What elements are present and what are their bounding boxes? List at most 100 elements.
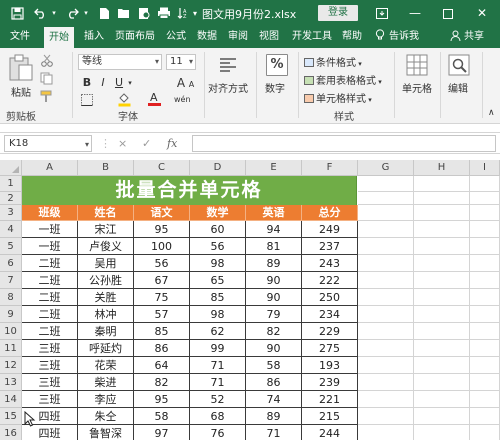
menu-home[interactable]: 开始 xyxy=(44,27,74,48)
table-cell[interactable]: 71 xyxy=(246,425,302,440)
menu-view[interactable]: 视图 xyxy=(259,26,279,48)
close-icon[interactable]: ✕ xyxy=(472,3,492,23)
table-cell[interactable]: 二班 xyxy=(22,255,78,272)
row-header-3[interactable]: 3 xyxy=(0,205,22,221)
phonetic-button[interactable]: wén xyxy=(174,95,191,104)
undo-dropdown-icon[interactable]: ▾ xyxy=(50,4,58,22)
undo-icon[interactable] xyxy=(32,4,48,22)
format-painter-icon[interactable] xyxy=(40,90,54,103)
table-cell[interactable]: 239 xyxy=(302,374,358,391)
empty-cell[interactable] xyxy=(414,238,470,255)
empty-cell[interactable] xyxy=(414,272,470,289)
empty-cell[interactable] xyxy=(470,176,500,192)
table-cell[interactable]: 85 xyxy=(190,289,246,306)
row-header-14[interactable]: 14 xyxy=(0,391,22,408)
table-cell[interactable]: 82 xyxy=(246,323,302,340)
empty-cell[interactable] xyxy=(358,425,414,440)
table-cell[interactable]: 52 xyxy=(190,391,246,408)
save-icon[interactable] xyxy=(8,4,26,22)
empty-cell[interactable] xyxy=(358,357,414,374)
sort-icon[interactable]: AZ xyxy=(176,4,190,22)
column-header-h[interactable]: H xyxy=(414,160,470,176)
empty-cell[interactable] xyxy=(414,255,470,272)
quick-print-icon[interactable] xyxy=(156,4,172,22)
column-header-f[interactable]: F xyxy=(302,160,358,176)
empty-cell[interactable] xyxy=(414,221,470,238)
ribbon-display-icon[interactable] xyxy=(372,3,392,23)
menu-data[interactable]: 数据 xyxy=(197,26,217,48)
empty-cell[interactable] xyxy=(414,425,470,440)
cells-button[interactable]: 单元格 xyxy=(402,80,432,95)
column-header-g[interactable]: G xyxy=(358,160,414,176)
table-cell[interactable]: 吴用 xyxy=(78,255,134,272)
empty-cell[interactable] xyxy=(414,192,470,205)
empty-cell[interactable] xyxy=(470,340,500,357)
cell-styles-button[interactable]: 单元格样式 ▾ xyxy=(304,90,372,105)
table-cell[interactable]: 94 xyxy=(246,221,302,238)
empty-cell[interactable] xyxy=(470,192,500,205)
table-cell[interactable]: 二班 xyxy=(22,289,78,306)
cancel-icon[interactable]: × xyxy=(118,135,127,152)
table-cell[interactable]: 79 xyxy=(246,306,302,323)
alignment-icon[interactable] xyxy=(218,56,238,76)
editing-button[interactable]: 编辑 xyxy=(448,80,468,95)
table-cell[interactable]: 三班 xyxy=(22,374,78,391)
table-cell[interactable]: 64 xyxy=(134,357,190,374)
table-cell[interactable]: 243 xyxy=(302,255,358,272)
conditional-format-button[interactable]: 条件格式 ▾ xyxy=(304,54,362,69)
empty-cell[interactable] xyxy=(470,289,500,306)
table-header-cell[interactable]: 数学 xyxy=(190,205,246,221)
table-cell[interactable]: 81 xyxy=(246,238,302,255)
paste-icon[interactable] xyxy=(8,54,34,82)
merged-title-cell[interactable]: 批量合并单元格 xyxy=(22,176,357,205)
format-as-table-button[interactable]: 套用表格格式 ▾ xyxy=(304,72,382,87)
empty-cell[interactable] xyxy=(358,221,414,238)
table-cell[interactable]: 57 xyxy=(134,306,190,323)
tell-me-search[interactable]: 告诉我 xyxy=(389,26,419,48)
customize-icon[interactable]: ▾ xyxy=(190,4,200,22)
empty-cell[interactable] xyxy=(358,374,414,391)
table-cell[interactable]: 97 xyxy=(134,425,190,440)
row-header-11[interactable]: 11 xyxy=(0,340,22,357)
table-cell[interactable]: 229 xyxy=(302,323,358,340)
cells-icon[interactable] xyxy=(406,54,428,76)
table-cell[interactable]: 98 xyxy=(190,255,246,272)
table-cell[interactable]: 249 xyxy=(302,221,358,238)
menu-file[interactable]: 文件 xyxy=(10,26,30,48)
row-header-7[interactable]: 7 xyxy=(0,272,22,289)
table-cell[interactable]: 221 xyxy=(302,391,358,408)
table-cell[interactable]: 74 xyxy=(246,391,302,408)
empty-cell[interactable] xyxy=(358,306,414,323)
table-cell[interactable]: 98 xyxy=(190,306,246,323)
menu-developer[interactable]: 开发工具 xyxy=(292,26,332,48)
table-header-cell[interactable]: 姓名 xyxy=(78,205,134,221)
empty-cell[interactable] xyxy=(470,255,500,272)
empty-cell[interactable] xyxy=(414,205,470,221)
empty-cell[interactable] xyxy=(470,391,500,408)
empty-cell[interactable] xyxy=(414,340,470,357)
redo-icon[interactable] xyxy=(64,4,80,22)
print-preview-icon[interactable] xyxy=(136,4,152,22)
alignment-button[interactable]: 对齐方式 xyxy=(208,80,248,95)
select-all-corner[interactable] xyxy=(0,160,22,176)
table-cell[interactable]: 67 xyxy=(134,272,190,289)
table-cell[interactable]: 275 xyxy=(302,340,358,357)
table-header-cell[interactable]: 总分 xyxy=(302,205,358,221)
table-cell[interactable]: 朱仝 xyxy=(78,408,134,425)
empty-cell[interactable] xyxy=(470,272,500,289)
paste-button[interactable]: 粘贴 xyxy=(11,84,31,99)
table-cell[interactable]: 90 xyxy=(246,340,302,357)
table-cell[interactable]: 89 xyxy=(246,255,302,272)
formula-input[interactable] xyxy=(192,135,496,152)
table-cell[interactable]: 90 xyxy=(246,272,302,289)
empty-cell[interactable] xyxy=(470,374,500,391)
table-cell[interactable]: 244 xyxy=(302,425,358,440)
table-cell[interactable]: 柴进 xyxy=(78,374,134,391)
login-button[interactable]: 登录 xyxy=(318,5,358,21)
table-cell[interactable]: 90 xyxy=(246,289,302,306)
table-cell[interactable]: 56 xyxy=(134,255,190,272)
table-cell[interactable]: 95 xyxy=(134,391,190,408)
row-header-13[interactable]: 13 xyxy=(0,374,22,391)
empty-cell[interactable] xyxy=(414,357,470,374)
table-cell[interactable]: 75 xyxy=(134,289,190,306)
